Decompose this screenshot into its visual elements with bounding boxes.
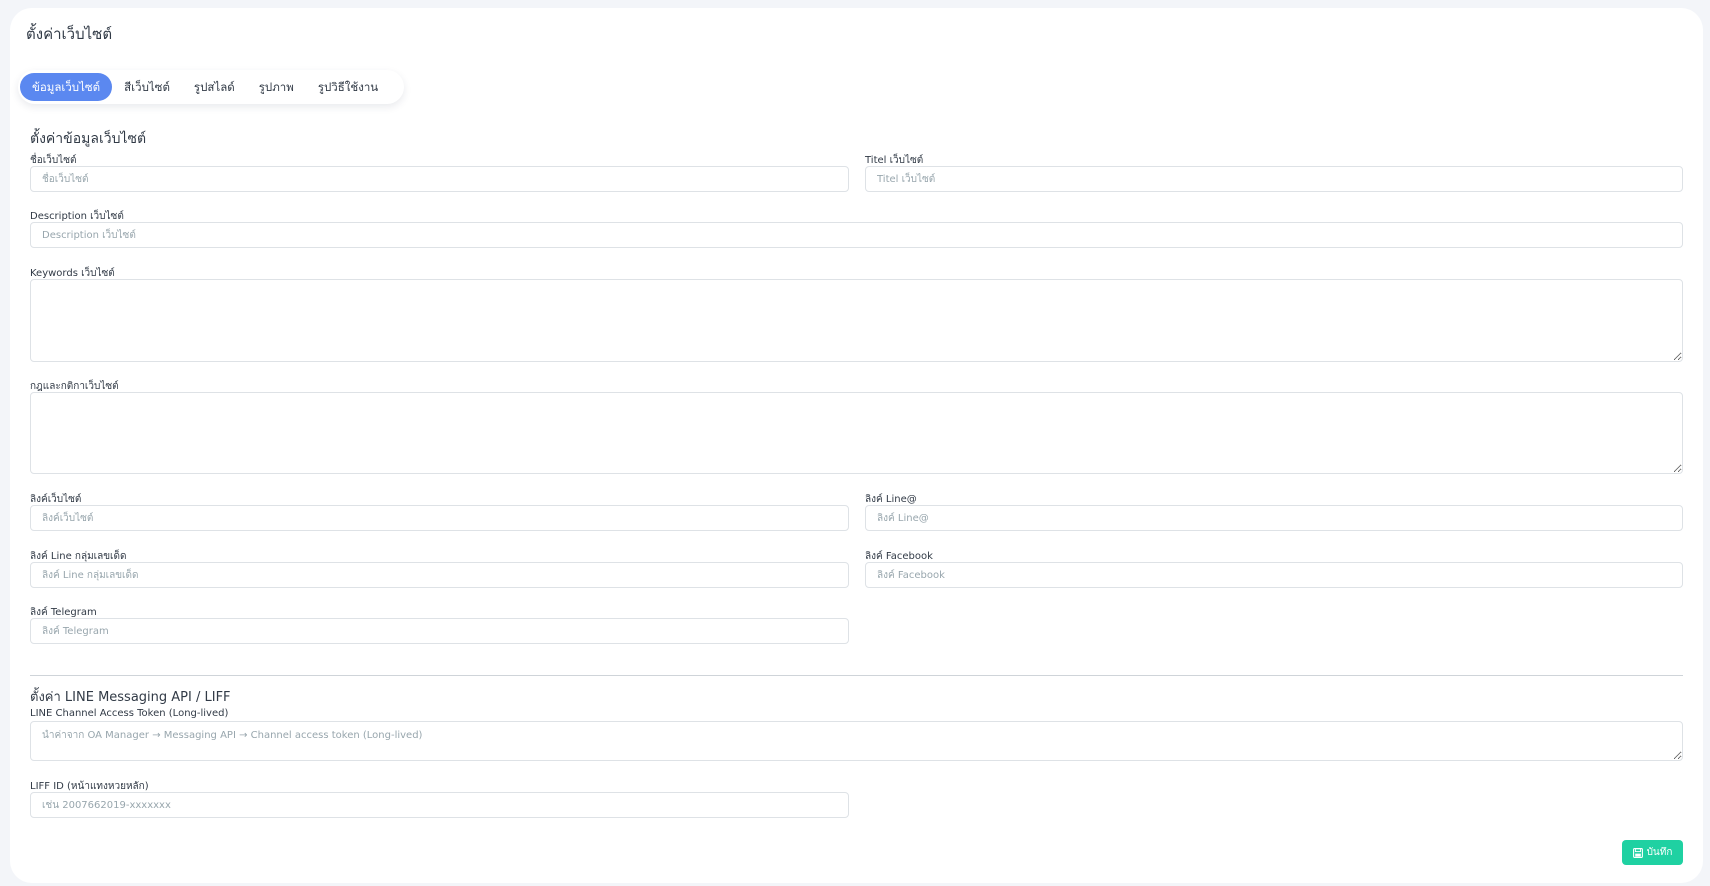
telegram-link-input[interactable] [30, 618, 849, 644]
section-divider [30, 675, 1683, 676]
line-group-link-input[interactable] [30, 562, 849, 588]
site-title-input[interactable] [865, 166, 1683, 192]
liff-id-input[interactable] [30, 792, 849, 818]
rules-textarea[interactable] [30, 392, 1683, 474]
line-token-textarea[interactable] [30, 721, 1683, 761]
tab-site-colors[interactable]: สีเว็บไซต์ [112, 73, 182, 101]
site-name-input[interactable] [30, 166, 849, 192]
line-token-label: LINE Channel Access Token (Long-lived) [30, 708, 229, 719]
facebook-link-input[interactable] [865, 562, 1683, 588]
line-link-input[interactable] [865, 505, 1683, 531]
save-button[interactable]: บันทึก [1622, 840, 1683, 865]
settings-tabs: ข้อมูลเว็บไซต์ สีเว็บไซต์ รูปสไลด์ รูปภา… [18, 70, 405, 104]
section-title-site-info: ตั้งค่าข้อมูลเว็บไซต์ [30, 131, 147, 147]
page-title: ตั้งค่าเว็บไซต์ [26, 25, 113, 43]
tab-site-info[interactable]: ข้อมูลเว็บไซต์ [20, 73, 113, 101]
site-link-input[interactable] [30, 505, 849, 531]
floppy-disk-icon [1632, 847, 1643, 858]
save-button-label: บันทึก [1646, 847, 1673, 858]
tab-usage-guide[interactable]: รูปวิธีใช้งาน [306, 73, 390, 101]
tab-slides[interactable]: รูปสไลด์ [182, 73, 247, 101]
tab-images[interactable]: รูปภาพ [247, 73, 306, 101]
keywords-textarea[interactable] [30, 279, 1683, 362]
section-title-line-api: ตั้งค่า LINE Messaging API / LIFF [30, 690, 231, 705]
description-input[interactable] [30, 222, 1683, 248]
